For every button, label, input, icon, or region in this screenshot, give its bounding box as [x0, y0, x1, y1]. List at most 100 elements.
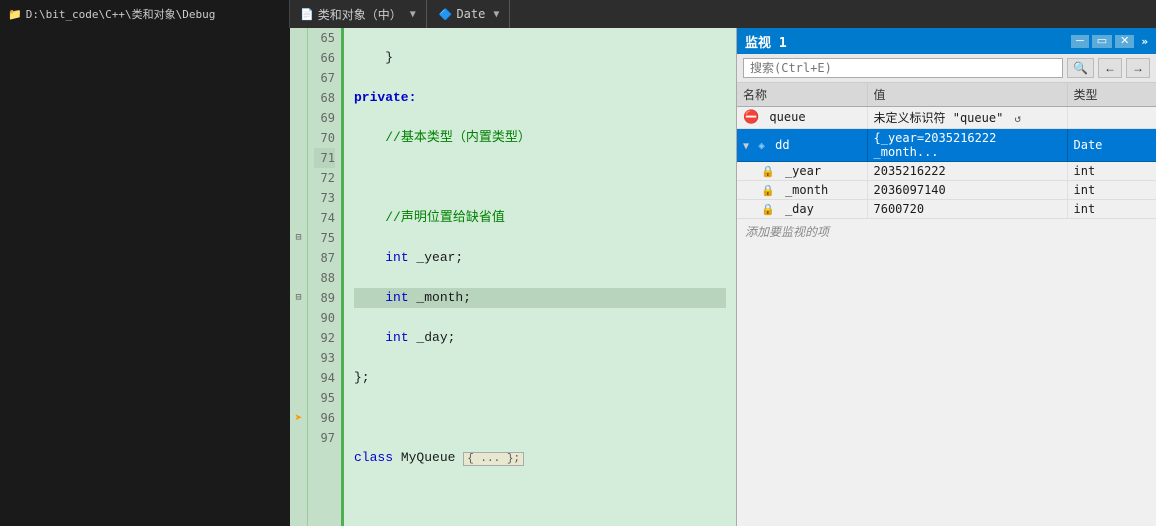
day-name: 🔒 _day — [737, 200, 867, 219]
table-row-month[interactable]: 🔒 _month 2036097140 int — [737, 181, 1156, 200]
line-87 — [354, 488, 726, 508]
top-bar: 📁 D:\bit_code\C++\类和对象\Debug 📄 类和对象（中） ▼… — [0, 0, 1156, 28]
monitor-tab-icon: 🔷 — [439, 8, 453, 21]
table-row-dd[interactable]: ▼ ◈ dd {_year=2035216222 _month... Date — [737, 129, 1156, 162]
line-67: //基本类型（内置类型） — [354, 128, 726, 148]
nav-prev-btn[interactable]: ← — [1098, 58, 1122, 78]
gutter-90 — [290, 308, 307, 328]
add-watch-cell[interactable]: 添加要监视的项 — [737, 219, 1156, 245]
monitor-titlebar: 监视 1 ─ ▭ ✕ » — [737, 28, 1156, 54]
day-name-text: _day — [785, 202, 814, 216]
gutter-65 — [290, 28, 307, 48]
code-tab[interactable]: 📄 类和对象（中） ▼ — [290, 0, 427, 28]
month-value: 2036097140 — [867, 181, 1067, 200]
monitor-minimize-btn[interactable]: ─ — [1071, 35, 1089, 48]
watch-table[interactable]: 名称 值 类型 ⛔ queue 未定 — [737, 83, 1156, 526]
dd-type: Date — [1067, 129, 1156, 162]
ln-67: 67 — [314, 68, 335, 88]
line-70: int _year; — [354, 248, 726, 268]
year-name-text: _year — [785, 164, 821, 178]
nav-next-btn[interactable]: → — [1126, 58, 1150, 78]
search-bar: 🔍 ← → — [737, 54, 1156, 83]
monitor-tab-title[interactable]: 🔷 Date ▼ — [429, 0, 511, 28]
gutter-88 — [290, 268, 307, 288]
line-65: } — [354, 48, 726, 68]
ln-90: 90 — [314, 308, 335, 328]
monitor-tab-dropdown[interactable]: ▼ — [493, 9, 499, 20]
lock-icon-day: 🔒 — [761, 203, 775, 216]
gutter-97 — [290, 428, 307, 448]
ln-95: 95 — [314, 388, 335, 408]
code-content[interactable]: } private: //基本类型（内置类型） //声明位置给缺省值 int _… — [344, 28, 736, 526]
table-row-year[interactable]: 🔒 _year 2035216222 int — [737, 162, 1156, 181]
line-numbers: 65 66 67 68 69 70 71 72 73 74 75 87 88 8… — [308, 28, 344, 526]
ln-87: 87 — [314, 248, 335, 268]
table-row-queue[interactable]: ⛔ queue 未定义标识符 "queue" ↺ — [737, 107, 1156, 129]
expand-icon-dd[interactable]: ▼ — [743, 141, 749, 152]
ln-69: 69 — [314, 108, 335, 128]
app-container: 📁 D:\bit_code\C++\类和对象\Debug 📄 类和对象（中） ▼… — [0, 0, 1156, 526]
code-tab-icon: 📄 — [300, 8, 314, 21]
gutter-72 — [290, 168, 307, 188]
ln-93: 93 — [314, 348, 335, 368]
ln-88: 88 — [314, 268, 335, 288]
gutter-66 — [290, 48, 307, 68]
ln-96: 96 — [314, 408, 335, 428]
dd-name: ▼ ◈ dd — [737, 129, 867, 162]
refresh-icon-queue[interactable]: ↺ — [1015, 112, 1022, 125]
lock-icon-year: 🔒 — [761, 165, 775, 178]
search-button[interactable]: 🔍 — [1067, 58, 1094, 78]
line-68 — [354, 168, 726, 188]
error-icon-queue: ⛔ — [743, 110, 759, 125]
code-tab-dropdown[interactable]: ▼ — [410, 9, 416, 20]
queue-value-text: 未定义标识符 "queue" — [874, 111, 1004, 125]
arrow-indicator: ➤ — [295, 411, 303, 426]
code-scroll[interactable]: ⊟ ⊟ ➤ — [290, 28, 736, 526]
gutter-89: ⊟ — [290, 288, 307, 308]
ln-72: 72 — [314, 168, 335, 188]
gutter-94 — [290, 368, 307, 388]
table-row-day[interactable]: 🔒 _day 7600720 int — [737, 200, 1156, 219]
gutter-74 — [290, 208, 307, 228]
month-name: 🔒 _month — [737, 181, 867, 200]
gutter-96: ➤ — [290, 408, 307, 428]
ln-73: 73 — [314, 188, 335, 208]
gutter-70 — [290, 128, 307, 148]
ln-97: 97 — [314, 428, 335, 448]
add-watch-row[interactable]: 添加要监视的项 — [737, 219, 1156, 245]
gutter-73 — [290, 188, 307, 208]
editor-area: ⊟ ⊟ ➤ — [290, 28, 736, 526]
ln-68: 68 — [314, 88, 335, 108]
monitor-extra-btn[interactable]: » — [1141, 35, 1148, 48]
monitor-tab-label: Date — [456, 7, 485, 21]
line-74 — [354, 408, 726, 428]
monitor-restore-btn[interactable]: ▭ — [1092, 35, 1112, 48]
main-content: ⊟ ⊟ ➤ — [0, 28, 1156, 526]
dd-name-text: dd — [775, 138, 789, 152]
col-name-header: 名称 — [737, 83, 867, 107]
year-type: int — [1067, 162, 1156, 181]
line-66: private: — [354, 88, 726, 108]
queue-value: 未定义标识符 "queue" ↺ — [867, 107, 1067, 129]
ln-65: 65 — [314, 28, 335, 48]
col-value-header: 值 — [867, 83, 1067, 107]
lock-icon-month: 🔒 — [761, 184, 775, 197]
file-path-label: D:\bit_code\C++\类和对象\Debug — [26, 6, 216, 22]
gutter-67 — [290, 68, 307, 88]
search-input[interactable] — [743, 58, 1063, 78]
gutter-71 — [290, 148, 307, 168]
line-71: int _month; — [354, 288, 726, 308]
file-path: 📁 D:\bit_code\C++\类和对象\Debug — [0, 0, 290, 28]
folder-icon: 📁 — [8, 8, 22, 21]
queue-name: ⛔ queue — [737, 107, 867, 129]
line-75: class MyQueue { ... }; — [354, 448, 726, 468]
fold-icon-75: ⊟ — [295, 232, 301, 244]
ln-92: 92 — [314, 328, 335, 348]
ln-70: 70 — [314, 128, 335, 148]
gutter-92 — [290, 328, 307, 348]
ln-74: 74 — [314, 208, 335, 228]
prop-icon-dd: ◈ — [758, 139, 765, 152]
monitor-close-btn[interactable]: ✕ — [1115, 35, 1134, 48]
ln-71: 71 — [314, 148, 335, 168]
gutter-93 — [290, 348, 307, 368]
